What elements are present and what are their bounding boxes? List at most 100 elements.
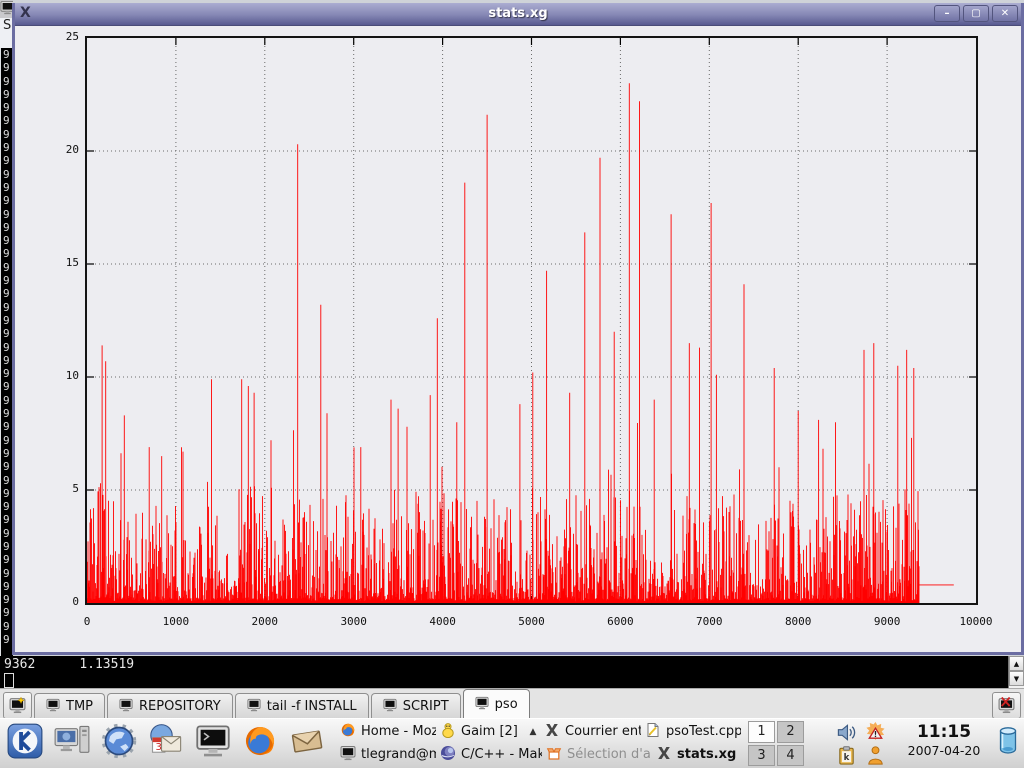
kmenu-icon (7, 723, 43, 763)
xgraph-titlebar[interactable]: X stats.xg –▢✕ (15, 3, 1021, 26)
desktop-pager: 1234 (748, 721, 804, 766)
tab-tail-f-install[interactable]: tail -f INSTALL (235, 693, 369, 719)
kate-icon (645, 722, 661, 742)
task-home-mozill[interactable]: Home - Mozill (338, 721, 438, 743)
user-icon[interactable] (861, 744, 890, 767)
plot-box (85, 36, 978, 605)
kmenu-launcher[interactable] (5, 723, 45, 763)
xgraph-window: X stats.xg –▢✕ 0510152025010002000300040… (12, 3, 1024, 655)
task-c-c-make[interactable]: C/C++ - Make (438, 744, 544, 766)
tab-terminal-icon (383, 698, 397, 716)
x-axis-tick-label: 2000 (230, 615, 300, 628)
pager-desktop-2[interactable]: 2 (777, 721, 804, 743)
task-row-2: tlegrand@ma C/C++ - MakeSélection d'a stat… (338, 743, 748, 766)
glass-icon[interactable] (997, 726, 1019, 760)
scroll-up-icon[interactable]: ▲ (1009, 656, 1024, 671)
volume-icon[interactable] (832, 721, 861, 744)
x-axis-tick-label: 8000 (763, 615, 833, 628)
konqueror-launcher[interactable] (99, 723, 139, 763)
task-s-lection-d-a[interactable]: Sélection d'a (544, 744, 654, 766)
pager-desktop-4[interactable]: 4 (777, 745, 804, 767)
task-courrier-entra[interactable]: Courrier entra (542, 721, 643, 743)
kontact-launcher[interactable]: 3 (146, 723, 186, 763)
kmail-icon (289, 723, 325, 763)
close-session-button[interactable] (992, 692, 1021, 719)
task-label: C/C++ - Make (461, 747, 542, 762)
x-axis-tick-label: 6000 (585, 615, 655, 628)
tab-tmp[interactable]: TMP (34, 693, 105, 719)
terminal-scrollbar[interactable]: ▲ ▼ (1008, 656, 1024, 688)
kontact-icon: 3 (148, 723, 184, 763)
task-label: psoTest.cpp - (666, 724, 741, 739)
package-icon (546, 745, 562, 765)
firefox-icon (340, 722, 356, 742)
taskbar-panel: 3 Home - Mozill Gaim [2] ▲ Courrier entra ps… (0, 718, 1024, 768)
chart-canvas[interactable] (87, 38, 976, 603)
task-label: Home - Mozill (361, 724, 436, 739)
eclipse-icon (440, 745, 456, 765)
value-x: 9362 (4, 657, 35, 672)
firefox-icon (242, 723, 278, 763)
y-axis-tick-label: 25 (15, 30, 79, 43)
tab-label: SCRIPT (403, 699, 449, 714)
xapp-icon (544, 722, 560, 742)
task-stats-xg[interactable]: stats.xg (654, 744, 744, 766)
kmail-launcher[interactable] (287, 723, 327, 763)
x-axis-tick-label: 10000 (941, 615, 1011, 628)
konsole-status-area: 93621.13519 ▲ ▼ (0, 656, 1024, 688)
konsole-icon (195, 723, 231, 763)
task-label: Courrier entra (565, 724, 641, 739)
y-axis-tick-label: 15 (15, 256, 79, 269)
konsole-launcher[interactable] (193, 723, 233, 763)
y-axis-tick-label: 0 (15, 595, 79, 608)
klipper-icon[interactable]: k (832, 744, 861, 767)
tab-script[interactable]: SCRIPT (371, 693, 461, 719)
task-label: stats.xg (677, 747, 736, 762)
system-launcher[interactable] (52, 723, 92, 763)
new-session-button[interactable] (3, 692, 32, 719)
task-psotest-cpp-[interactable]: psoTest.cpp - (643, 721, 743, 743)
terminal-output-line: 93621.13519 (4, 657, 134, 672)
task-label: Gaim [2] (461, 724, 518, 739)
warning-icon[interactable]: ! (861, 721, 890, 744)
terminal-cursor (4, 673, 14, 688)
xapp-icon (656, 745, 672, 765)
taskbar-scroll-up-icon[interactable]: ▲ (524, 727, 542, 737)
system-icon (54, 723, 90, 763)
tab-label: REPOSITORY (139, 699, 221, 714)
y-axis-tick-label: 5 (15, 482, 79, 495)
close-button[interactable]: ✕ (992, 5, 1018, 22)
task-tlegrand-ma[interactable]: tlegrand@ma (338, 744, 438, 766)
desktop: S 9.9.9.9.9.9.9.9.9.9.9.9.9.9.9.9.9.9.9.… (0, 0, 1024, 768)
x-axis-tick-label: 3000 (319, 615, 389, 628)
pager-desktop-1[interactable]: 1 (748, 721, 775, 743)
pager-desktop-3[interactable]: 3 (748, 745, 775, 767)
task-gaim-2-[interactable]: Gaim [2] (438, 721, 524, 743)
tab-repository[interactable]: REPOSITORY (107, 693, 233, 719)
task-row-1: Home - Mozill Gaim [2] ▲ Courrier entra psoT… (338, 720, 748, 743)
window-title: stats.xg (15, 6, 1021, 21)
tab-terminal-icon (475, 696, 489, 714)
gaim-icon (440, 722, 456, 742)
konsole-tab-bar: TMP REPOSITORY tail -f INSTALL SCRIPT pso (0, 688, 1024, 719)
menu-session-label[interactable]: S (3, 18, 11, 33)
konqueror-icon (101, 723, 137, 763)
minimize-button[interactable]: – (934, 5, 960, 22)
firefox-launcher[interactable] (240, 723, 280, 763)
x-axis-tick-label: 1000 (141, 615, 211, 628)
clock-date: 2007-04-20 (894, 743, 994, 759)
maximize-button[interactable]: ▢ (963, 5, 989, 22)
tab-terminal-icon (247, 698, 261, 716)
svg-text:k: k (844, 753, 850, 763)
clock-applet[interactable]: 11:15 2007-04-20 (894, 722, 994, 759)
tab-label: TMP (66, 699, 93, 714)
y-axis-tick-label: 20 (15, 143, 79, 156)
tab-terminal-icon (46, 698, 60, 716)
system-tray: !k (832, 721, 890, 767)
svg-text:!: ! (874, 730, 877, 739)
clock-time: 11:15 (894, 722, 994, 743)
x-axis-tick-label: 7000 (674, 615, 744, 628)
tab-pso[interactable]: pso (463, 689, 530, 719)
x-axis-tick-label: 9000 (852, 615, 922, 628)
scroll-down-icon[interactable]: ▼ (1009, 671, 1024, 686)
